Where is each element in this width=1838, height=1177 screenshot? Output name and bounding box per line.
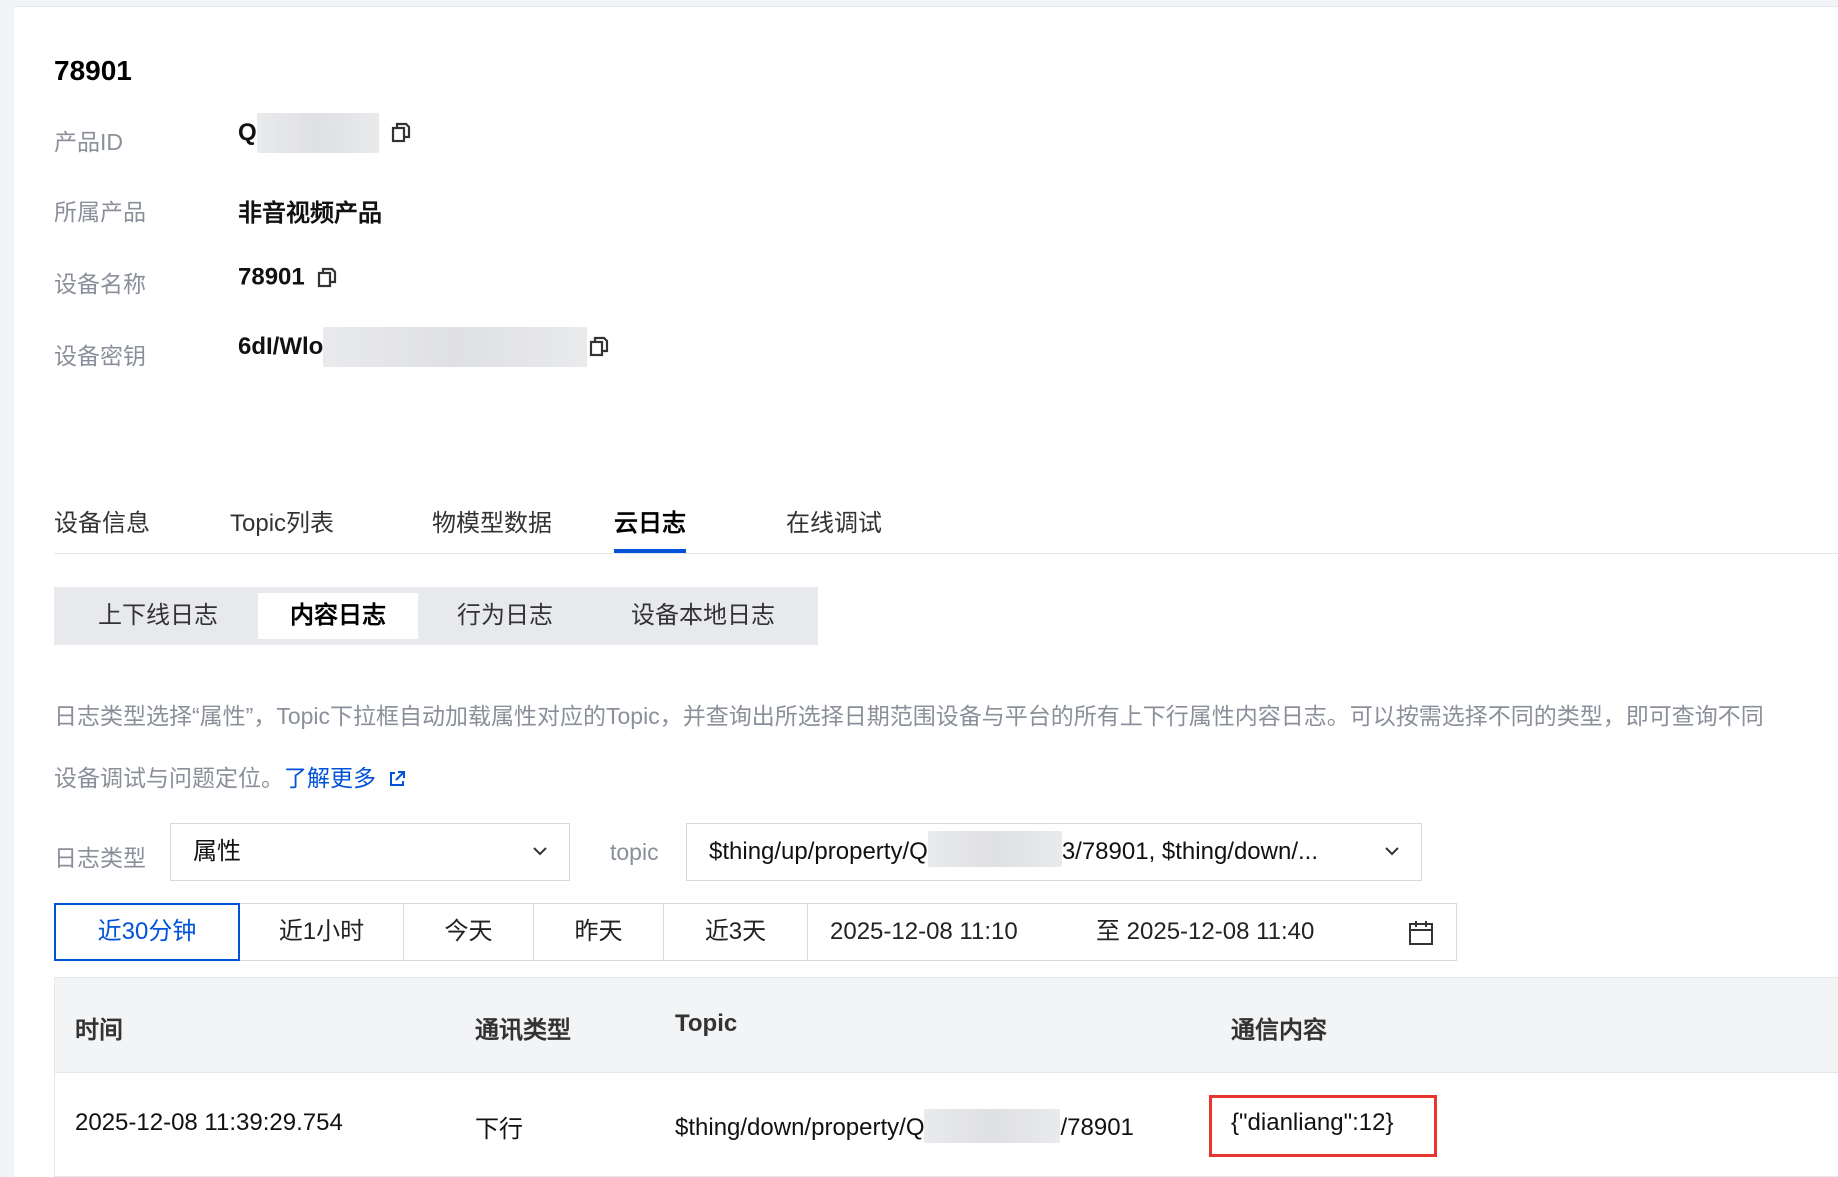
chevron-down-icon: [1385, 847, 1399, 856]
calendar-icon[interactable]: [1408, 920, 1434, 946]
product-id-label: 产品ID: [54, 129, 123, 155]
learn-more-link[interactable]: 了解更多: [284, 765, 376, 791]
external-link-icon[interactable]: [388, 770, 406, 788]
log-type-segmented: 上下线日志 内容日志 行为日志 设备本地日志: [54, 587, 818, 645]
range-1hour-button[interactable]: 近1小时: [239, 903, 404, 961]
topic-label: topic: [610, 839, 659, 865]
chevron-down-icon: [533, 847, 547, 856]
table-header: 时间 通讯类型 Topic 通信内容: [54, 977, 1838, 1073]
range-3days-button[interactable]: 近3天: [663, 903, 808, 961]
seg-online-offline-log[interactable]: 上下线日志: [60, 593, 256, 639]
description-line-2: 设备调试与问题定位。了解更多: [54, 759, 406, 793]
active-tab-indicator: [614, 549, 686, 553]
device-title: 78901: [54, 55, 132, 86]
device-name-value: 78901: [238, 263, 337, 292]
device-secret-label: 设备密钥: [54, 343, 146, 369]
tab-online-debug[interactable]: 在线调试: [786, 503, 882, 538]
topic-value-suffix: 3/78901, $thing/down/...: [1061, 838, 1319, 865]
table-row: 2025-12-08 11:39:29.754 下行 $thing/down/p…: [54, 1073, 1838, 1177]
col-topic: Topic: [675, 1010, 738, 1037]
tab-device-info[interactable]: 设备信息: [54, 503, 150, 538]
description-line-1: 日志类型选择“属性”，Topic下拉框自动加载属性对应的Topic，并查询出所选…: [54, 703, 1764, 729]
seg-device-local-log[interactable]: 设备本地日志: [592, 593, 814, 639]
redacted-block: [256, 113, 379, 153]
tab-cloud-log[interactable]: 云日志: [614, 503, 686, 538]
device-secret-value: 6dI/Wlo: [238, 327, 609, 367]
detail-tabs: 设备信息 Topic列表 物模型数据 云日志 在线调试: [54, 489, 1838, 554]
device-name-text: 78901: [238, 263, 305, 291]
tab-topic-list[interactable]: Topic列表: [230, 503, 334, 538]
copy-icon[interactable]: [391, 122, 411, 144]
product-id-text: Q: [238, 119, 257, 146]
device-name-label: 设备名称: [54, 271, 146, 297]
product-id-value: Q: [238, 113, 411, 153]
log-type-value: 属性: [193, 838, 241, 865]
product-name-label: 所属产品: [54, 199, 146, 225]
redacted-block: [924, 1109, 1061, 1143]
range-30min-button[interactable]: 近30分钟: [54, 903, 240, 961]
device-secret-text: 6dI/Wlo: [238, 333, 324, 360]
tab-thing-model-data[interactable]: 物模型数据: [432, 503, 552, 538]
product-name-value: 非音视频产品: [238, 200, 382, 227]
range-end: 至 2025-12-08 11:40: [1096, 918, 1315, 945]
device-detail-panel: 78901 产品ID Q 所属产品 非音视频产品 设备名称 78901 设备密钥…: [14, 6, 1838, 1177]
col-time: 时间: [75, 1017, 123, 1044]
redacted-block: [323, 327, 588, 367]
seg-content-log[interactable]: 内容日志: [258, 593, 418, 639]
cell-topic-suffix: /78901: [1060, 1114, 1134, 1141]
time-range-selector: 近30分钟 近1小时 今天 昨天 近3天 2025-12-08 11:10 至 …: [54, 903, 1474, 961]
range-today-button[interactable]: 今天: [403, 903, 534, 961]
cell-time: 2025-12-08 11:39:29.754: [75, 1109, 343, 1136]
redacted-block: [927, 831, 1062, 867]
log-type-select[interactable]: 属性: [170, 823, 570, 881]
range-yesterday-button[interactable]: 昨天: [533, 903, 664, 961]
col-content: 通信内容: [1231, 1017, 1327, 1044]
topic-value-prefix: $thing/up/property/Q: [709, 838, 928, 865]
copy-icon[interactable]: [317, 267, 337, 289]
highlight-box: [1209, 1095, 1437, 1157]
cell-topic: $thing/down/property/Q/78901: [675, 1109, 1134, 1143]
seg-behavior-log[interactable]: 行为日志: [420, 593, 590, 639]
topic-select[interactable]: $thing/up/property/Q 3/78901, $thing/down…: [686, 823, 1422, 881]
description-text: 设备调试与问题定位。: [54, 765, 284, 791]
cell-topic-prefix: $thing/down/property/Q: [675, 1114, 925, 1141]
date-range-picker[interactable]: 2025-12-08 11:10 至 2025-12-08 11:40: [807, 903, 1457, 961]
copy-icon[interactable]: [589, 336, 609, 358]
col-comm-type: 通讯类型: [475, 1017, 571, 1044]
log-type-label: 日志类型: [54, 845, 146, 871]
range-start: 2025-12-08 11:10: [830, 918, 1018, 945]
cell-comm-type: 下行: [475, 1116, 523, 1143]
